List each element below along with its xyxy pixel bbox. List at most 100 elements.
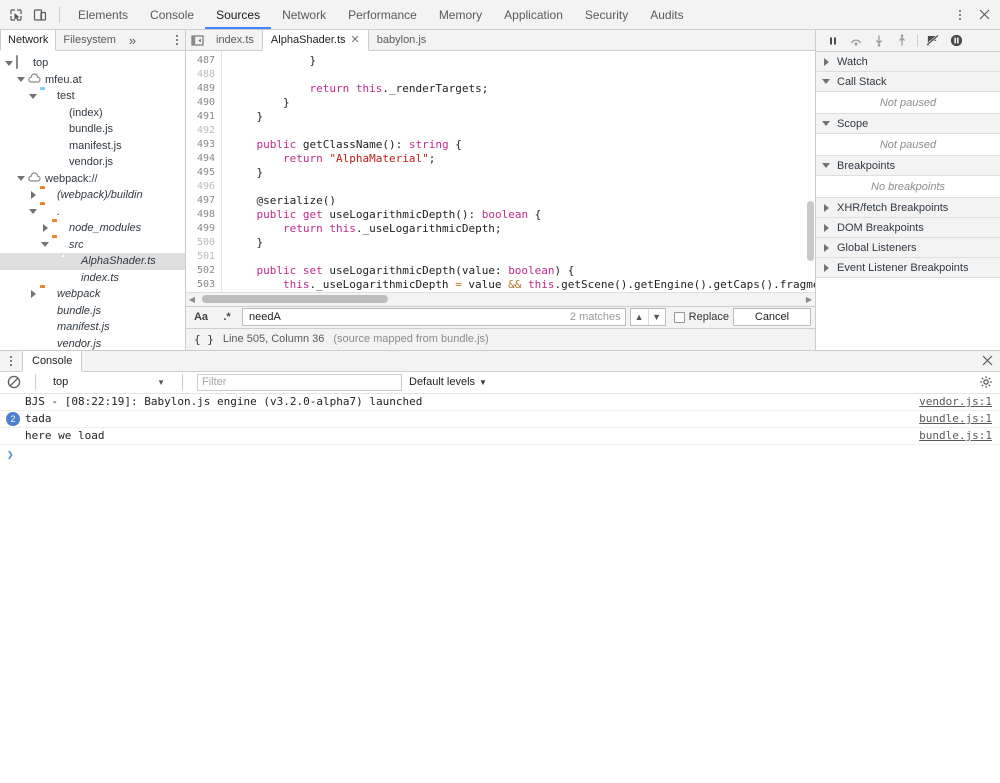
gear-icon[interactable] (979, 375, 993, 389)
line-number[interactable]: 494 (186, 152, 215, 166)
code-line[interactable] (230, 68, 815, 82)
code-line[interactable]: } (230, 166, 815, 180)
match-case-button[interactable]: Aa (190, 308, 212, 326)
navigator-menu-icon[interactable] (169, 30, 185, 50)
console-message[interactable]: BJS - [08:22:19]: Babylon.js engine (v3.… (0, 394, 1000, 411)
line-number[interactable]: 492 (186, 124, 215, 138)
debugger-section-dom-breakpoints[interactable]: DOM Breakpoints (816, 218, 1000, 238)
clear-console-icon[interactable] (7, 375, 21, 389)
code-line[interactable]: public getClassName(): string { (230, 138, 815, 152)
close-icon[interactable] (972, 3, 996, 27)
chevron-down-icon[interactable] (4, 58, 14, 68)
execution-context-select[interactable]: top ▼ (50, 374, 168, 391)
tree-item-test[interactable]: test (0, 88, 185, 105)
debugger-section-global-listeners[interactable]: Global Listeners (816, 238, 1000, 258)
code-line[interactable] (230, 180, 815, 194)
code-line[interactable]: } (230, 236, 815, 250)
line-number[interactable]: 490 (186, 96, 215, 110)
line-number[interactable]: 489 (186, 82, 215, 96)
chevron-down-icon[interactable] (821, 77, 831, 87)
editor-tab-alphashader-ts[interactable]: AlphaShader.ts ✕ (262, 30, 369, 51)
debugger-section-scope[interactable]: Scope (816, 114, 1000, 134)
tab-memory[interactable]: Memory (428, 2, 493, 29)
scroll-left-icon[interactable]: ◀ (186, 295, 198, 304)
step-over-button[interactable] (845, 31, 866, 51)
line-number[interactable]: 501 (186, 250, 215, 264)
tree-item-vendor-js[interactable]: vendor.js (0, 336, 185, 350)
editor-vertical-scrollbar[interactable] (807, 201, 814, 261)
debugger-section-call-stack[interactable]: Call Stack (816, 72, 1000, 92)
chevron-down-icon[interactable] (28, 91, 38, 101)
log-levels-select[interactable]: Default levels ▼ (409, 376, 487, 388)
tab-performance[interactable]: Performance (337, 2, 428, 29)
chevron-right-icon[interactable] (821, 57, 831, 67)
code-line[interactable]: public get useLogarithmicDepth(): boolea… (230, 208, 815, 222)
chevron-right-icon[interactable] (821, 223, 831, 233)
drawer-tab-console[interactable]: Console (22, 351, 82, 372)
console-message-source-link[interactable]: bundle.js:1 (919, 412, 1000, 425)
line-number[interactable]: 491 (186, 110, 215, 124)
chevron-right-icon[interactable] (821, 203, 831, 213)
search-input[interactable] (247, 310, 564, 324)
step-into-button[interactable] (868, 31, 889, 51)
pause-on-exceptions-button[interactable] (946, 31, 967, 51)
console-message[interactable]: 2tadabundle.js:1 (0, 411, 1000, 428)
code-line[interactable]: } (230, 96, 815, 110)
pretty-print-icon[interactable]: { } (194, 333, 214, 346)
replace-checkbox[interactable]: Replace (670, 311, 729, 323)
tree-item-vendor-js[interactable]: vendor.js (0, 154, 185, 171)
debugger-section-event-listener-breakpoints[interactable]: Event Listener Breakpoints (816, 258, 1000, 278)
search-next-icon[interactable]: ▼ (648, 309, 665, 325)
code-line[interactable]: } (230, 110, 815, 124)
chevron-right-icon[interactable] (821, 263, 831, 273)
scroll-right-icon[interactable]: ▶ (803, 295, 815, 304)
navigator-more-tabs-icon[interactable]: » (123, 30, 142, 50)
deactivate-breakpoints-button[interactable] (923, 31, 944, 51)
line-number[interactable]: 488 (186, 68, 215, 82)
hscroll-track[interactable] (198, 294, 803, 304)
hscroll-thumb[interactable] (202, 295, 388, 303)
line-number[interactable]: 503 (186, 278, 215, 292)
code-line[interactable]: } (230, 54, 815, 68)
editor-horizontal-scrollbar[interactable]: ◀ ▶ (186, 292, 815, 306)
code-line[interactable]: @serialize() (230, 194, 815, 208)
editor-tab-babylon-js[interactable]: babylon.js (369, 30, 435, 50)
code-editor[interactable]: 4874884894904914924934944954964974984995… (186, 51, 815, 292)
tree-item-top[interactable]: top (0, 55, 185, 72)
line-number[interactable]: 495 (186, 166, 215, 180)
tree-item-bundle-js[interactable]: bundle.js (0, 303, 185, 320)
cancel-button[interactable]: Cancel (733, 308, 811, 326)
tree-item-mfeu-at[interactable]: mfeu.at (0, 72, 185, 89)
search-input-wrapper[interactable]: 2 matches (242, 308, 626, 326)
tree-item-webpack[interactable]: webpack:// (0, 171, 185, 188)
chevron-down-icon[interactable] (16, 75, 26, 85)
drawer-menu-icon[interactable] (0, 351, 22, 371)
code-content[interactable]: } return this._renderTargets; } } public… (222, 51, 815, 292)
tree-item-index-ts[interactable]: index.ts (0, 270, 185, 287)
console-prompt[interactable]: ❯ (0, 445, 1000, 464)
line-number[interactable]: 497 (186, 194, 215, 208)
tab-sources[interactable]: Sources (205, 2, 271, 29)
chevron-down-icon[interactable] (28, 207, 38, 217)
console-message-source-link[interactable]: vendor.js:1 (919, 395, 1000, 408)
device-toolbar-icon[interactable] (28, 3, 52, 27)
tree-item-alphashader-ts[interactable]: AlphaShader.ts (0, 253, 185, 270)
code-line[interactable]: return "AlphaMaterial"; (230, 152, 815, 166)
search-prev-icon[interactable]: ▲ (631, 309, 648, 325)
show-navigator-icon[interactable] (186, 30, 208, 50)
code-line[interactable]: return this._renderTargets; (230, 82, 815, 96)
navigator-tab-network[interactable]: Network (0, 30, 56, 51)
tab-audits[interactable]: Audits (639, 2, 694, 29)
close-icon[interactable] (974, 351, 1000, 371)
tree-item-index[interactable]: (index) (0, 105, 185, 122)
navigator-tab-filesystem[interactable]: Filesystem (56, 30, 123, 50)
resume-button[interactable] (822, 31, 843, 51)
tree-item-webpack-buildin[interactable]: (webpack)/buildin (0, 187, 185, 204)
tab-elements[interactable]: Elements (67, 2, 139, 29)
code-line[interactable]: public set useLogarithmicDepth(value: bo… (230, 264, 815, 278)
tree-item-node-modules[interactable]: node_modules (0, 220, 185, 237)
tree-item-[interactable]: . (0, 204, 185, 221)
tree-item-src[interactable]: src (0, 237, 185, 254)
debugger-section-xhr-fetch-breakpoints[interactable]: XHR/fetch Breakpoints (816, 198, 1000, 218)
line-number[interactable]: 496 (186, 180, 215, 194)
